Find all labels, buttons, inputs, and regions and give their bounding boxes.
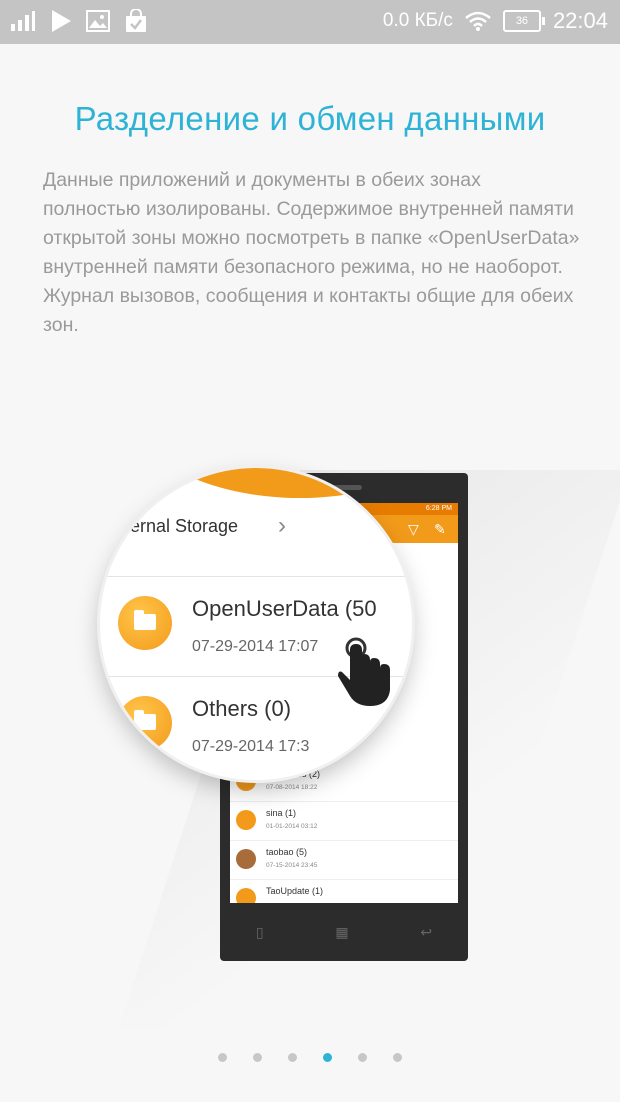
list-item: TaoUpdate (1)	[230, 880, 458, 903]
description-text: Данные приложений и документы в обеих зо…	[43, 169, 580, 336]
page-dot-2[interactable]	[253, 1053, 262, 1062]
pointing-hand-icon	[338, 637, 390, 706]
battery-level: 36	[515, 15, 529, 27]
shopping-bag-icon	[126, 9, 146, 32]
screen-file-list: Ringtones (2) 07-08-2014 18:22 sina (1) …	[230, 763, 458, 903]
network-speed: 0.0 КБ/с	[382, 10, 453, 31]
screen-time: 6:28 PM	[425, 505, 452, 512]
recents-icon: ↩	[420, 923, 433, 940]
divider	[100, 576, 412, 577]
folder-icon	[236, 810, 256, 830]
chevron-right-icon: ›	[278, 512, 286, 539]
list-item: taobao (5) 07-15-2014 23:45	[230, 841, 458, 880]
play-icon	[52, 10, 71, 32]
list-item-name: sina (1)	[266, 808, 297, 818]
page-indicator	[0, 1053, 620, 1062]
battery-icon: 36	[502, 10, 545, 32]
phone-nav-bar: ▯ ▦ ↩	[220, 903, 468, 961]
folder-icon	[118, 696, 172, 750]
page-dot-4[interactable]	[323, 1053, 332, 1062]
folder-icon	[118, 596, 172, 650]
list-item-name: TaoUpdate (1)	[266, 886, 324, 896]
folder-name: OpenUserData (50	[192, 596, 377, 621]
folder-icon	[236, 888, 256, 903]
filter-icon: ▽	[408, 521, 419, 537]
edit-icon: ✎	[434, 521, 446, 537]
page-dot-3[interactable]	[288, 1053, 297, 1062]
list-item-date: 07-15-2014 23:45	[266, 862, 318, 869]
page-dot-6[interactable]	[393, 1053, 402, 1062]
page-title: Разделение и обмен данными	[74, 100, 546, 137]
folder-date: 07-29-2014 17:3	[192, 738, 310, 755]
page-dot-1[interactable]	[218, 1053, 227, 1062]
list-item: sina (1) 01-01-2014 03:12	[230, 802, 458, 841]
page-dot-5[interactable]	[358, 1053, 367, 1062]
taobao-app-icon	[236, 849, 256, 869]
back-icon: ▯	[255, 923, 264, 940]
clock: 22:04	[552, 8, 608, 33]
storage-path: ernal Storage	[130, 516, 239, 536]
wifi-icon	[465, 11, 491, 31]
signal-icon	[11, 11, 35, 31]
magnifier-lens: ernal Storage › OpenUserData (50 07-29-2…	[100, 468, 412, 780]
list-item-name: taobao (5)	[266, 847, 308, 857]
status-bar: 0.0 КБ/с 36 22:04	[0, 0, 620, 44]
image-icon	[86, 10, 110, 32]
folder-name: Others (0)	[192, 696, 292, 721]
list-item-date: 01-01-2014 03:12	[266, 823, 318, 830]
list-item-date: 07-08-2014 18:22	[266, 784, 318, 791]
folder-date: 07-29-2014 17:07	[192, 638, 319, 655]
home-icon: ▦	[335, 923, 349, 940]
